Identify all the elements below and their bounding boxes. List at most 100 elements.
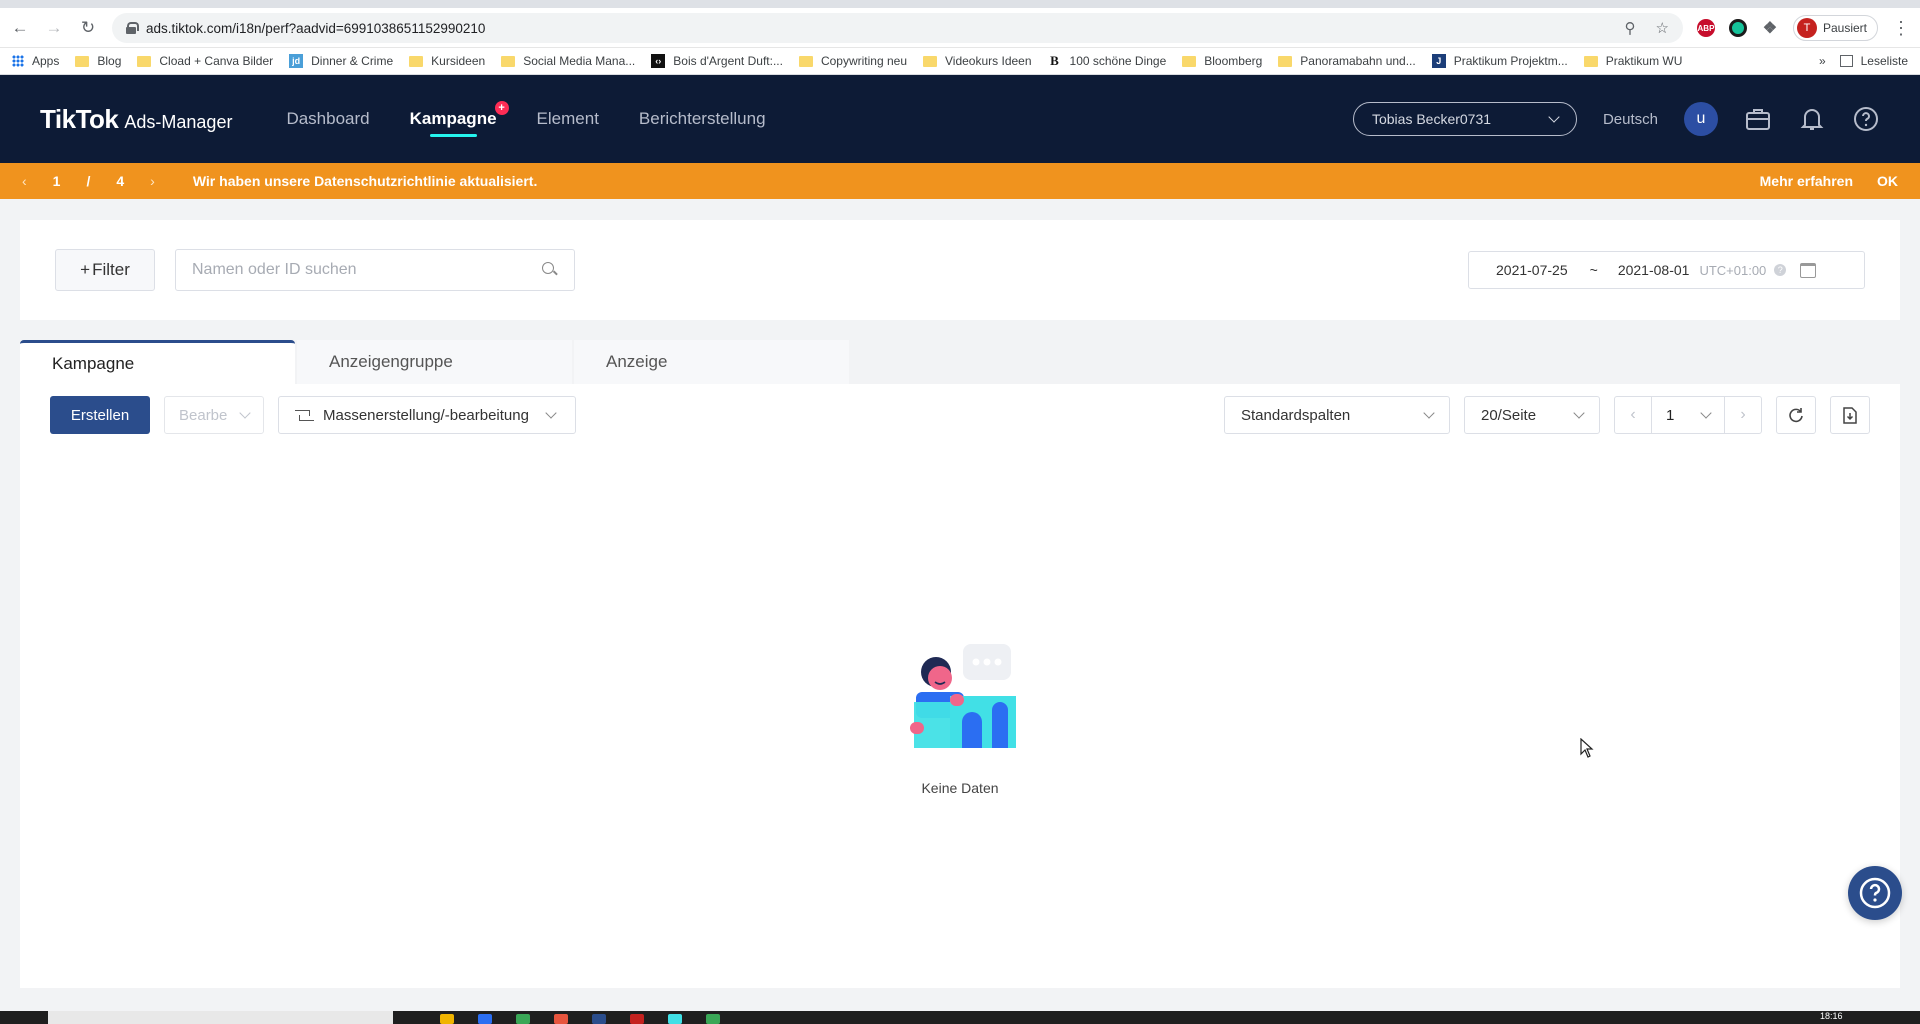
date-end[interactable]: 2021-08-01 (1618, 262, 1690, 278)
bookmark-label: Bois d'Argent Duft:... (673, 54, 783, 68)
reading-list-button[interactable]: Leseliste (1839, 54, 1908, 68)
pagination: ‹ 1 › (1614, 396, 1762, 434)
bookmark-item[interactable]: B 100 schöne Dinge (1048, 53, 1167, 68)
level-tabs: Kampagne Anzeigengruppe Anzeige (20, 340, 1900, 384)
folder-icon (798, 55, 813, 67)
refresh-button[interactable] (1776, 396, 1816, 434)
page-number: 1 (1666, 406, 1675, 424)
date-start[interactable]: 2021-07-25 (1496, 262, 1568, 278)
bookmark-label: Apps (32, 54, 60, 68)
nav-reporting[interactable]: Berichterstellung (639, 99, 766, 139)
bookmark-label: 100 schöne Dinge (1069, 54, 1167, 68)
page-select[interactable]: 1 (1651, 396, 1725, 434)
bookmark-item[interactable]: Social Media Mana... (501, 54, 635, 68)
forward-icon[interactable]: → (44, 18, 64, 38)
prev-page-icon[interactable]: ‹ (1615, 396, 1651, 434)
bookmark-item[interactable]: ‹› Bois d'Argent Duft:... (651, 54, 783, 68)
taskbar-app-icon[interactable] (516, 1014, 530, 1024)
chevron-right-icon[interactable]: › (150, 173, 155, 189)
profile-button[interactable]: T Pausiert (1792, 15, 1878, 41)
zoom-icon[interactable]: ⚲ (1625, 19, 1636, 37)
export-button[interactable] (1830, 396, 1870, 434)
more-bookmarks-icon[interactable]: » (1819, 54, 1826, 68)
bookmark-item[interactable]: Praktikum WU (1583, 54, 1683, 68)
bookmark-apps[interactable]: Apps (12, 54, 59, 68)
tab-campaign[interactable]: Kampagne (20, 340, 295, 384)
lock-icon[interactable] (126, 22, 139, 34)
bookmark-item[interactable]: Copywriting neu (798, 54, 907, 68)
browser-toolbar: ← → ↻ ads.tiktok.com/i18n/perf?aadvid=69… (0, 0, 1920, 48)
help-circle-icon[interactable] (1852, 105, 1880, 133)
chevron-left-icon[interactable]: ‹ (22, 173, 27, 189)
language-switch[interactable]: Deutsch (1603, 111, 1658, 128)
account-selector[interactable]: Tobias Becker0731 (1352, 102, 1577, 136)
brand-logo[interactable]: TikTok Ads-Manager (40, 104, 232, 135)
bookmark-item[interactable]: Blog (75, 54, 121, 68)
bookmark-item[interactable]: Cload + Canva Bilder (137, 54, 273, 68)
taskbar-app-icon[interactable] (478, 1014, 492, 1024)
tab-adgroup[interactable]: Anzeigengruppe (297, 340, 572, 384)
taskbar-app-icon[interactable] (554, 1014, 568, 1024)
bookmark-item[interactable]: Kursideen (409, 54, 485, 68)
bulk-edit-dropdown[interactable]: Massenerstellung/-bearbeitung (278, 396, 576, 434)
taskbar-app-icon[interactable] (706, 1014, 720, 1024)
reload-icon[interactable]: ↻ (78, 18, 98, 38)
user-avatar[interactable]: u (1684, 102, 1718, 136)
taskbar-app-icon[interactable] (668, 1014, 682, 1024)
bookmark-label: Panoramabahn und... (1300, 54, 1416, 68)
nav-campaign-label: Kampagne (409, 109, 497, 128)
bell-icon[interactable] (1798, 105, 1826, 133)
taskbar-search[interactable] (48, 1011, 393, 1024)
nav-campaign[interactable]: Kampagne + (409, 99, 509, 139)
bookmark-label: Praktikum WU (1605, 54, 1683, 68)
address-bar[interactable]: ads.tiktok.com/i18n/perf?aadvid=69910386… (112, 13, 1683, 43)
grammarly-extension-icon[interactable] (1728, 19, 1747, 37)
search-input[interactable] (192, 261, 542, 279)
calendar-icon[interactable] (1800, 262, 1817, 278)
learn-more-link[interactable]: Mehr erfahren (1760, 173, 1853, 189)
notice-page-sep: / (86, 173, 91, 189)
bookmark-item[interactable]: J Praktikum Projektm... (1431, 54, 1568, 68)
bookmark-label: Social Media Mana... (523, 54, 636, 68)
profile-status: Pausiert (1822, 21, 1867, 35)
edit-dropdown[interactable]: Bearbe (164, 396, 264, 434)
export-icon (1843, 406, 1857, 424)
page-size-select[interactable]: 20/Seite (1464, 396, 1600, 434)
bookmark-star-icon[interactable]: ☆ (1656, 19, 1669, 37)
adblock-extension-icon[interactable]: ABP (1696, 19, 1715, 37)
back-icon[interactable]: ← (10, 18, 30, 38)
notice-ok-button[interactable]: OK (1877, 173, 1898, 189)
chevron-down-icon (1423, 407, 1435, 419)
bookmark-label: Copywriting neu (820, 54, 907, 68)
taskbar-app-icon[interactable] (630, 1014, 644, 1024)
briefcase-icon[interactable] (1744, 105, 1772, 133)
search-box[interactable] (175, 249, 575, 291)
columns-label: Standardspalten (1241, 406, 1351, 424)
info-icon[interactable]: ? (1774, 264, 1787, 276)
columns-select[interactable]: Standardspalten (1224, 396, 1450, 434)
date-range-picker[interactable]: 2021-07-25 ~ 2021-08-01 UTC+01:00 ? (1468, 251, 1865, 289)
next-page-icon[interactable]: › (1725, 396, 1761, 434)
folder-icon (1182, 55, 1197, 67)
bookmark-item[interactable]: Bloomberg (1182, 54, 1262, 68)
taskbar-app-icon[interactable] (440, 1014, 454, 1024)
url-text[interactable]: ads.tiktok.com/i18n/perf?aadvid=69910386… (146, 21, 485, 36)
nav-dashboard[interactable]: Dashboard (286, 99, 369, 139)
bookmark-item[interactable]: Videokurs Ideen (923, 54, 1032, 68)
create-button[interactable]: Erstellen (50, 396, 150, 434)
boa-favicon-icon: ‹› (651, 54, 666, 68)
help-fab-button[interactable] (1848, 866, 1902, 920)
nav-element[interactable]: Element (537, 99, 599, 139)
taskbar-app-icon[interactable] (592, 1014, 606, 1024)
search-icon[interactable] (542, 262, 558, 278)
tab-ad[interactable]: Anzeige (574, 340, 849, 384)
chrome-menu-icon[interactable]: ⋮ (1892, 18, 1910, 39)
extensions-puzzle-icon[interactable]: ❖ (1761, 19, 1779, 37)
folder-icon (409, 55, 424, 67)
bookmark-item[interactable]: jd Dinner & Crime (289, 54, 393, 68)
add-filter-button[interactable]: + Filter (55, 249, 155, 291)
notice-page-total: 4 (116, 173, 125, 189)
bookmark-item[interactable]: Panoramabahn und... (1278, 54, 1416, 68)
chevron-down-icon (1700, 407, 1712, 419)
bookmark-label: Kursideen (431, 54, 486, 68)
